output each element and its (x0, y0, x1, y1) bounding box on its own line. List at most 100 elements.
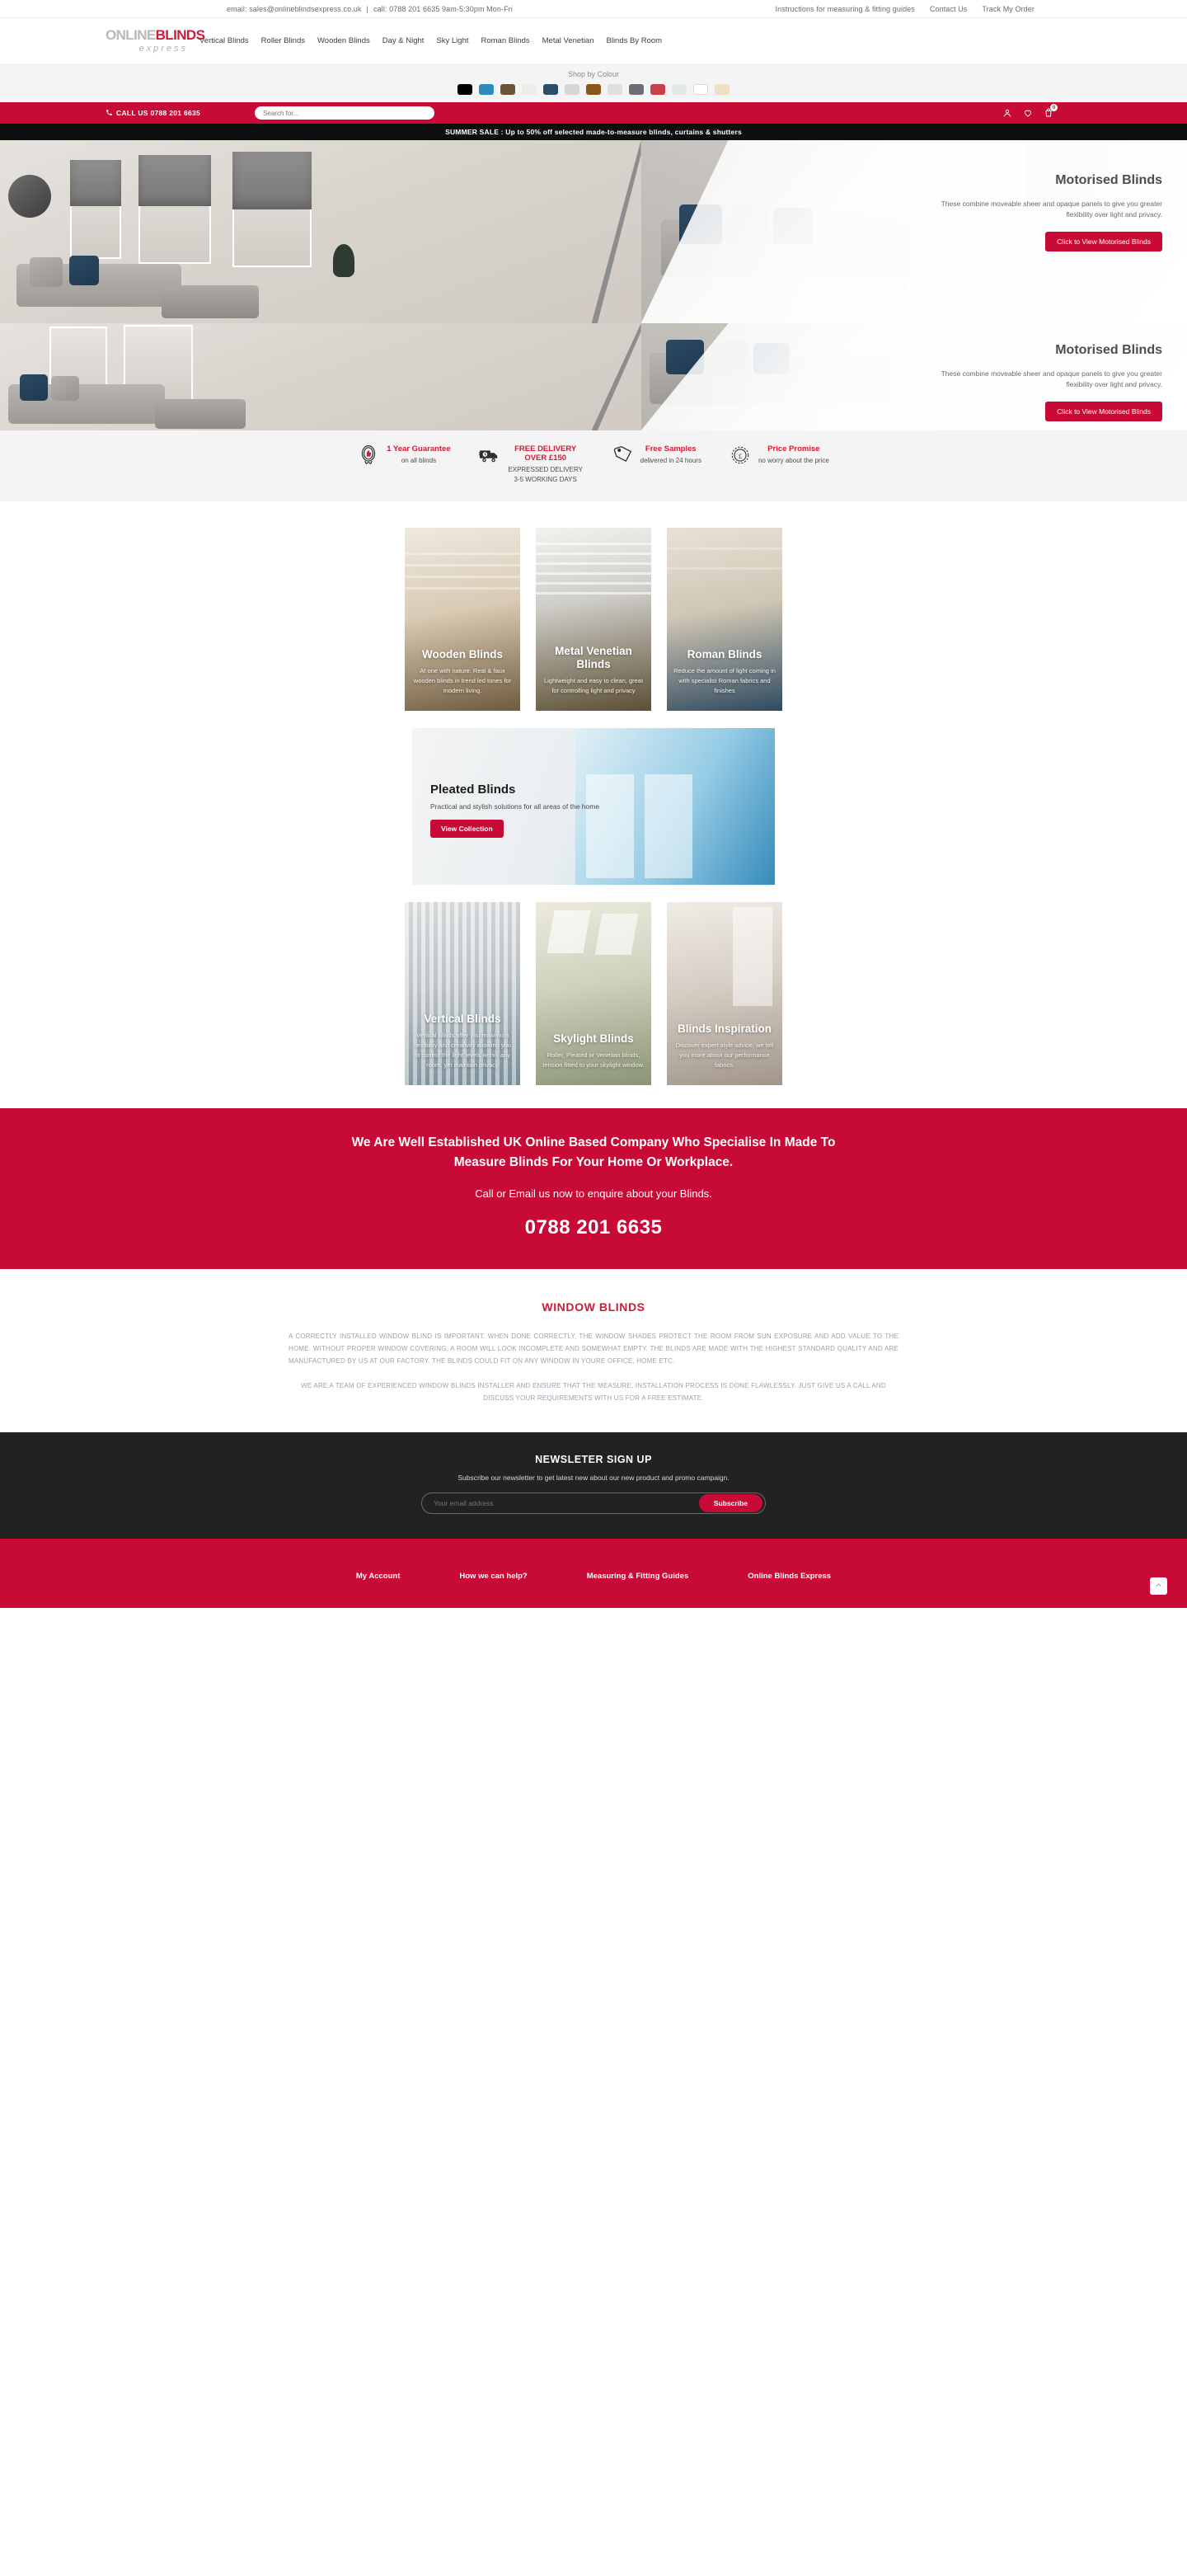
card-overlay-vertical: Vertical Blinds Vertical blinds offer yo… (405, 902, 520, 1085)
usp-guarantee-sub: on all blinds (401, 457, 437, 464)
colour-swatch-navy[interactable] (543, 84, 558, 95)
scroll-to-top-button[interactable] (1150, 1577, 1167, 1595)
category-card-roman-blinds[interactable]: Roman Blinds Reduce the amount of light … (667, 528, 782, 711)
utility-link-contact-us[interactable]: Contact Us (930, 5, 968, 13)
hero-content-1: Motorised Blinds These combine moveable … (915, 173, 1162, 251)
cta-phone-number[interactable]: 0788 201 6635 (0, 1216, 1187, 1239)
newsletter-section: NEWSLETER SIGN UP Subscribe our newslett… (0, 1432, 1187, 1539)
colour-swatch-tan[interactable] (586, 84, 601, 95)
nav-item-metal-venetian[interactable]: Metal Venetian (542, 36, 594, 45)
utility-phone[interactable]: call: 0788 201 6635 9am-5:30pm Mon-Fri (373, 5, 513, 13)
usp-bar: 1 Year Guarantee on all blinds FREE DELI… (0, 430, 1187, 501)
card-overlay-inspiration: Blinds Inspiration Discover expert style… (667, 902, 782, 1085)
colour-swatch-list (0, 84, 1187, 95)
hero2-pillow-blue (20, 374, 48, 401)
shop-by-colour-bar: Shop by Colour (0, 63, 1187, 102)
main-navigation: Vertical Blinds Roller Blinds Wooden Bli… (199, 36, 662, 45)
free-tag-icon (612, 444, 633, 466)
usp-free-delivery: FREE DELIVERY OVER £150 EXPRESSED DELIVE… (478, 444, 584, 485)
colour-swatch-blue[interactable] (479, 84, 494, 95)
site-logo[interactable]: ONLINEBLINDS express (106, 26, 205, 54)
nav-item-blinds-by-room[interactable]: Blinds By Room (607, 36, 663, 45)
header-row: ONLINEBLINDS express Vertical Blinds Rol… (0, 18, 1187, 63)
shop-by-colour-title: Shop by Colour (567, 70, 620, 78)
hero-cta-button-2[interactable]: Click to View Motorised Blinds (1045, 402, 1162, 421)
svg-text:£: £ (739, 452, 743, 460)
usp-guarantee: 1 Year Guarantee on all blinds (358, 444, 451, 466)
footer-column-online-blinds-express[interactable]: Online Blinds Express (748, 1572, 831, 1581)
wall-mirror-decor (8, 175, 51, 218)
hero2-room-left-art (0, 323, 736, 430)
pleated-banner-sub: Practical and stylish solutions for all … (430, 802, 600, 811)
cart-count-badge: 0 (1050, 104, 1058, 111)
window-blinds-copy-section: WINDOW BLINDS A CORRECTLY INSTALLED WIND… (0, 1269, 1187, 1432)
roller-blind-right (232, 152, 312, 209)
shopping-cart-icon[interactable]: 0 (1044, 104, 1058, 118)
usp-free-delivery-title: FREE DELIVERY OVER £150 (514, 444, 577, 463)
usp-free-samples-text: Free Samples delivered in 24 hours (640, 444, 701, 466)
hero2-ottoman (155, 399, 246, 429)
category-card-skylight-blinds[interactable]: Skylight Blinds Roller, Pleated or Venet… (536, 902, 651, 1085)
usp-free-delivery-text: FREE DELIVERY OVER £150 EXPRESSED DELIVE… (508, 444, 584, 485)
colour-swatch-silver[interactable] (565, 84, 579, 95)
logo-online-text: ONLINE (106, 26, 156, 43)
guarantee-badge-icon (358, 444, 379, 466)
colour-swatch-black[interactable] (457, 84, 472, 95)
card-title-inspiration: Blinds Inspiration (677, 1022, 772, 1035)
card-title-wooden: Wooden Blinds (422, 648, 503, 660)
usp-price-promise-sub: no worry about the price (758, 457, 829, 464)
colour-swatch-ice[interactable] (672, 84, 687, 95)
card-sub-vertical: Vertical blinds offer you maximum flexib… (414, 1032, 511, 1069)
ottoman-left (162, 285, 259, 318)
utility-link-track-order[interactable]: Track My Order (982, 5, 1035, 13)
colour-swatch-beige[interactable] (715, 84, 730, 95)
hero-cta-button-1[interactable]: Click to View Motorised Blinds (1045, 232, 1162, 251)
footer-column-measuring-fitting-guides[interactable]: Measuring & Fitting Guides (587, 1572, 689, 1581)
colour-swatch-pearl[interactable] (608, 84, 622, 95)
nav-item-sky-light[interactable]: Sky Light (436, 36, 468, 45)
hero-room-left-art (0, 140, 736, 323)
cta-subline: Call or Email us now to enquire about yo… (475, 1187, 712, 1200)
colour-swatch-red[interactable] (650, 84, 665, 95)
card-overlay-skylight: Skylight Blinds Roller, Pleated or Venet… (536, 902, 651, 1085)
nav-item-wooden-blinds[interactable]: Wooden Blinds (317, 36, 370, 45)
colour-swatch-grey[interactable] (629, 84, 644, 95)
hero-content-2: Motorised Blinds These combine moveable … (915, 343, 1162, 421)
category-card-blinds-inspiration[interactable]: Blinds Inspiration Discover expert style… (667, 902, 782, 1085)
search-field-wrapper[interactable] (255, 106, 435, 120)
search-bar: CALL US 0788 201 6635 0 (0, 102, 1187, 124)
newsletter-subtitle: Subscribe our newsletter to get latest n… (457, 1474, 730, 1482)
colour-swatch-brown[interactable] (500, 84, 515, 95)
footer-column-my-account[interactable]: My Account (356, 1572, 400, 1581)
category-cards-row-1: Wooden Blinds At one with nature. Real &… (0, 528, 1187, 711)
nav-item-roller-blinds[interactable]: Roller Blinds (261, 36, 305, 45)
logo-express-text: express (138, 43, 188, 54)
utility-email[interactable]: email: sales@onlineblindsexpress.co.uk (227, 5, 362, 13)
pleated-view-collection-button[interactable]: View Collection (430, 820, 504, 838)
user-account-icon[interactable] (1002, 108, 1012, 118)
colour-swatch-cream[interactable] (522, 84, 537, 95)
search-input[interactable] (263, 109, 427, 117)
pleated-blinds-banner[interactable]: Pleated Blinds Practical and stylish sol… (412, 728, 775, 885)
newsletter-email-input[interactable] (434, 1499, 699, 1507)
nav-item-day-and-night[interactable]: Day & Night (382, 36, 425, 45)
utility-link-measuring-guides[interactable]: Instructions for measuring & fitting gui… (776, 5, 915, 13)
category-cards-row-2: Vertical Blinds Vertical blinds offer yo… (0, 902, 1187, 1085)
newsletter-subscribe-button[interactable]: Subscribe (698, 1494, 762, 1512)
category-card-vertical-blinds[interactable]: Vertical Blinds Vertical blinds offer yo… (405, 902, 520, 1085)
footer-column-how-we-can-help[interactable]: How we can help? (459, 1572, 527, 1581)
colour-swatch-white[interactable] (693, 84, 708, 95)
wishlist-heart-icon[interactable] (1023, 108, 1033, 118)
utility-contact-group: email: sales@onlineblindsexpress.co.uk |… (227, 5, 513, 13)
card-sub-roman: Reduce the amount of light coming in wit… (673, 667, 776, 694)
card-title-skylight: Skylight Blinds (553, 1032, 634, 1045)
nav-item-vertical-blinds[interactable]: Vertical Blinds (199, 36, 249, 45)
category-card-metal-venetian[interactable]: Metal Venetian Blinds Lightweight and ea… (536, 528, 651, 711)
pillow-grey-1 (30, 257, 63, 287)
usp-price-promise-text: Price Promise no worry about the price (758, 444, 829, 466)
hero2-pillow-grey (51, 376, 79, 401)
card-overlay-roman: Roman Blinds Reduce the amount of light … (667, 528, 782, 711)
call-us-link[interactable]: CALL US 0788 201 6635 (106, 109, 200, 118)
category-card-wooden-blinds[interactable]: Wooden Blinds At one with nature. Real &… (405, 528, 520, 711)
nav-item-roman-blinds[interactable]: Roman Blinds (481, 36, 530, 45)
